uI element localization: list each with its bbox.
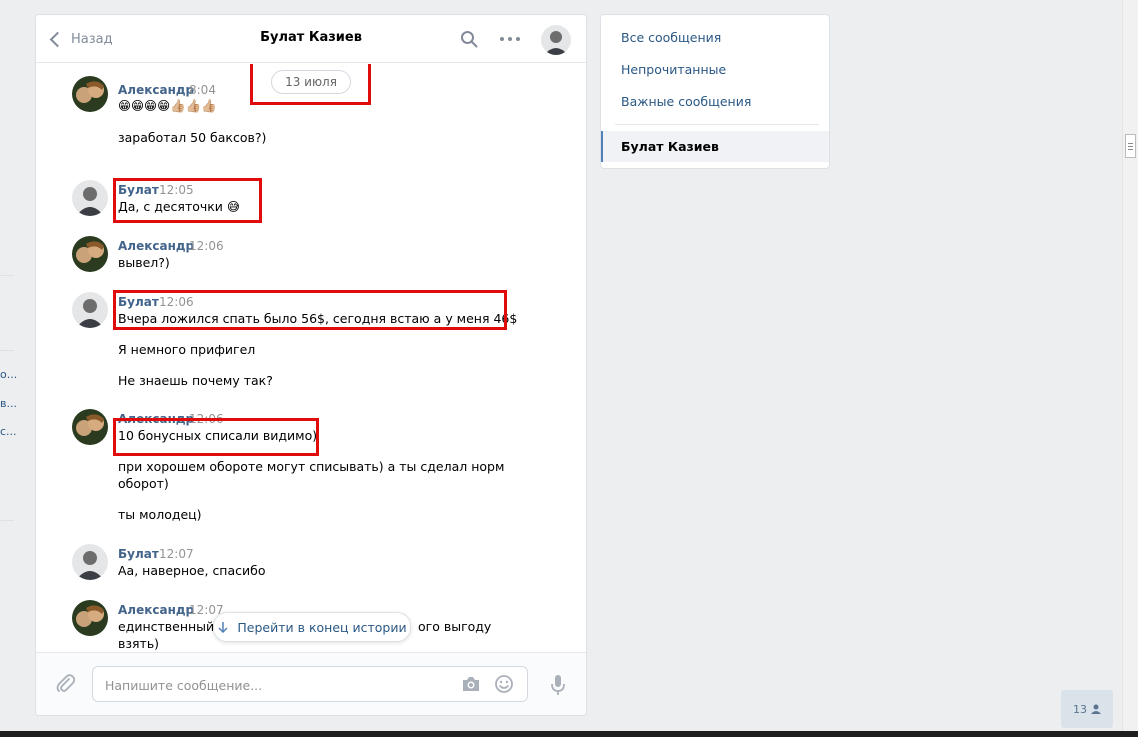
highlight-box [113, 418, 319, 456]
message-input[interactable] [103, 675, 447, 695]
search-icon[interactable] [460, 30, 478, 48]
left-panel-fragment: о... в... с... [0, 0, 18, 737]
message-text: Аа, наверное, спасибо [118, 563, 266, 578]
message-text: Я немного прифигел [118, 342, 256, 357]
message-composer [36, 652, 586, 715]
message-author[interactable]: Александр [118, 603, 194, 617]
message-author[interactable]: Александр [118, 83, 194, 97]
message-time: 12:06 [189, 239, 224, 253]
paperclip-icon[interactable] [54, 673, 76, 695]
counter-value: 13 [1073, 702, 1087, 716]
avatar[interactable] [72, 236, 108, 272]
goto-end-label: Перейти в конец истории [237, 619, 407, 635]
camera-icon[interactable] [461, 675, 481, 693]
highlight-box [113, 290, 507, 330]
online-counter[interactable]: 13 [1061, 690, 1113, 728]
divider [615, 124, 819, 125]
avatar[interactable] [72, 600, 108, 636]
message-text: при хорошем обороте могут списывать) а т… [118, 459, 505, 474]
active-conversation[interactable]: Булат Казиев [601, 131, 829, 162]
message-text: единственный п [118, 619, 227, 634]
microphone-icon[interactable] [548, 673, 568, 697]
message-text: 😁😁😁😁👍🏼👍🏼👍🏼 [118, 98, 217, 113]
left-fragment-text: с... [0, 425, 17, 438]
chat-panel: Назад Булат Казиев 13 июля Александр 8:0… [35, 14, 587, 716]
highlight-box [113, 178, 262, 223]
arrow-down-icon [218, 622, 228, 633]
message-text: вывел?) [118, 255, 170, 270]
filter-unread[interactable]: Непрочитанные [621, 62, 726, 77]
active-conversation-label: Булат Казиев [621, 139, 719, 154]
message-text: заработал 50 баксов?) [118, 130, 267, 145]
smile-icon[interactable] [494, 674, 514, 694]
message-author[interactable]: Булат [118, 547, 159, 561]
avatar[interactable] [72, 292, 108, 328]
page-scrollbar[interactable] [1122, 0, 1138, 737]
avatar[interactable] [72, 180, 108, 216]
message-text: Не знаешь почему так? [118, 373, 273, 388]
avatar[interactable] [72, 544, 108, 580]
user-icon [1091, 704, 1101, 714]
avatar[interactable] [72, 76, 108, 112]
message-text: ты молодец) [118, 507, 202, 522]
message-author[interactable]: Александр [118, 239, 194, 253]
message-text: взять) [118, 636, 160, 651]
message-text: ого выгоду [418, 619, 492, 634]
taskbar-edge [0, 731, 1138, 737]
message-text: оборот) [118, 476, 169, 491]
filter-important[interactable]: Важные сообщения [621, 94, 751, 109]
scrollbar-thumb[interactable] [1125, 134, 1136, 158]
left-fragment-text: в... [0, 397, 17, 410]
goto-end-button[interactable]: Перейти в конец истории [213, 612, 411, 642]
left-fragment-text: о... [0, 368, 18, 381]
message-input-wrap [92, 666, 528, 702]
filter-all-messages[interactable]: Все сообщения [621, 30, 721, 45]
more-icon[interactable] [498, 30, 522, 48]
chat-header: Назад Булат Казиев [36, 15, 586, 63]
message-time: 12:07 [159, 547, 194, 561]
avatar[interactable] [541, 25, 571, 55]
message-history[interactable]: 13 июля Александр 8:04 😁😁😁😁👍🏼👍🏼👍🏼 зарабо… [36, 64, 586, 651]
highlight-box [250, 64, 371, 105]
messages-filter-panel: Все сообщения Непрочитанные Важные сообщ… [600, 14, 830, 169]
avatar[interactable] [72, 409, 108, 445]
message-time: 8:04 [189, 83, 216, 97]
